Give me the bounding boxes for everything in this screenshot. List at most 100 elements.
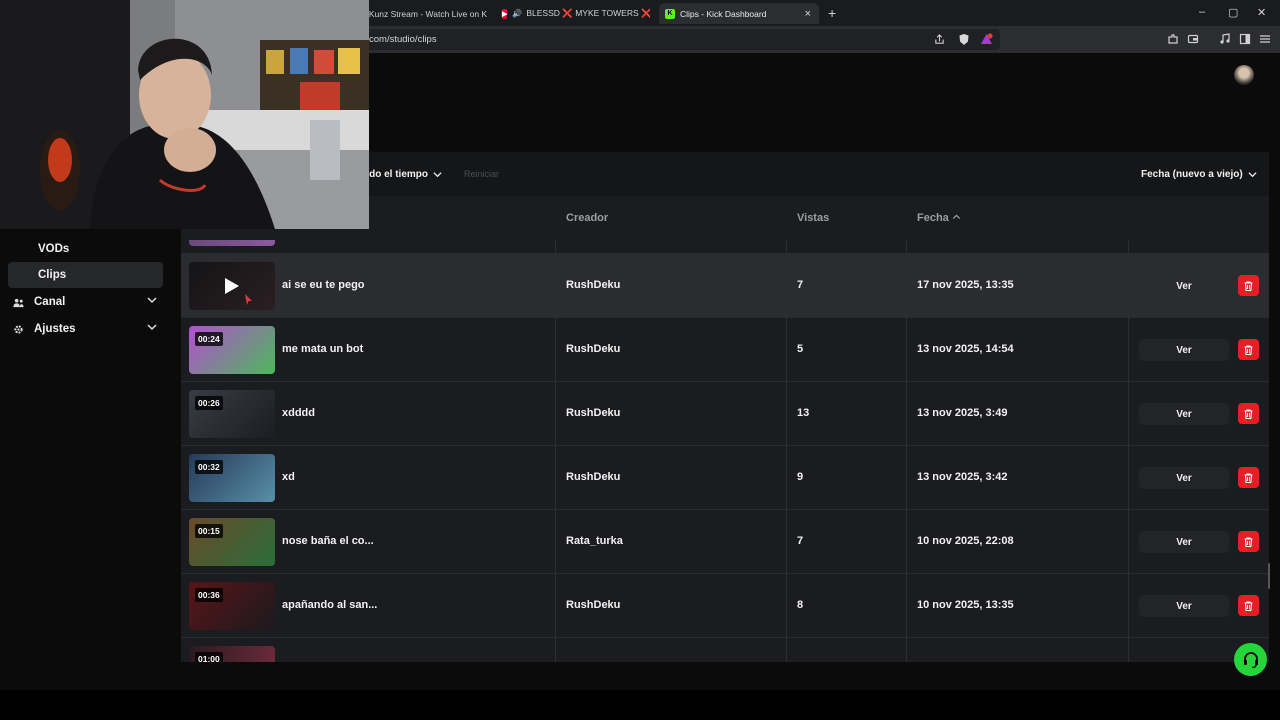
column-divider <box>555 240 556 662</box>
clip-duration: 00:36 <box>195 588 223 602</box>
delete-clip-button[interactable] <box>1238 275 1259 296</box>
clip-thumbnail[interactable]: 00:15 <box>189 518 275 566</box>
clip-duration: 00:15 <box>195 524 223 538</box>
tab-kick-label: Clips - Kick Dashboard <box>680 8 767 19</box>
new-tab-button[interactable]: + <box>828 5 836 21</box>
clip-duration: 01:00 <box>195 652 223 662</box>
delete-clip-button[interactable] <box>1238 467 1259 488</box>
delete-clip-button[interactable] <box>1238 531 1259 552</box>
clip-title: apañando al san... <box>282 599 378 611</box>
brave-shield-icon[interactable] <box>958 33 970 46</box>
url-field[interactable]: com/studio/clips <box>360 29 1000 50</box>
tab-youtube[interactable]: ▶ 🔊 BLESSD ❌ MYKE TOWERS ❌ C <box>496 3 650 24</box>
view-clip-button[interactable]: Ver <box>1139 339 1229 361</box>
clip-views: 13 <box>797 407 810 419</box>
sidebar-item-canal[interactable]: Canal <box>8 289 163 315</box>
maximize-button[interactable]: ▢ <box>1228 6 1238 19</box>
clip-views: 8 <box>797 599 804 611</box>
chevron-down-icon <box>1248 171 1257 177</box>
sidebar-toggle-icon[interactable] <box>1239 33 1251 45</box>
sidebar-item-label: Canal <box>34 296 66 308</box>
column-header-date-label: Fecha <box>917 212 949 224</box>
rewards-icon[interactable] <box>980 33 993 46</box>
clip-thumbnail[interactable]: 00:32 <box>189 454 275 502</box>
view-clip-button[interactable]: Ver <box>1139 531 1229 553</box>
play-icon[interactable] <box>224 277 240 295</box>
minimize-button[interactable]: – <box>1199 6 1205 18</box>
sort-ascending-icon <box>952 214 960 220</box>
table-row[interactable]: 00:15 nose baña el co... Rata_turka 7 10 nov… <box>181 509 1269 573</box>
clip-thumbnail[interactable]: 00:24 <box>189 326 275 374</box>
youtube-icon: ▶ <box>502 8 508 19</box>
view-clip-button[interactable]: Ver <box>1139 275 1229 297</box>
time-range-dropdown[interactable]: odo el tiempo <box>355 163 450 185</box>
table-row[interactable]: ai se eu te pego RushDeku 7 17 nov 2025, 13… <box>181 253 1269 317</box>
sidebar-item-clips[interactable]: Clips <box>8 262 163 288</box>
clip-duration: 00:32 <box>195 460 223 474</box>
sidebar-item-ajustes[interactable]: Ajustes <box>8 316 163 342</box>
trash-icon <box>1244 600 1253 611</box>
trash-icon <box>1244 536 1253 547</box>
column-header-date[interactable]: Fecha <box>917 212 961 224</box>
clip-duration: 00:24 <box>195 332 223 346</box>
delete-clip-button[interactable] <box>1238 403 1259 424</box>
clip-creator: RushDeku <box>566 407 621 419</box>
clip-views: 7 <box>797 535 804 547</box>
delete-clip-button[interactable] <box>1238 595 1259 616</box>
page: rKunz Stream - Watch Live on K ▶ 🔊 BLESS… <box>0 0 1280 720</box>
time-range-label: odo el tiempo <box>363 168 428 180</box>
extensions-icon[interactable] <box>1167 33 1179 45</box>
clip-thumbnail[interactable]: 00:26 <box>189 390 275 438</box>
clip-creator: RushDeku <box>566 599 621 611</box>
clip-creator: Rata_turka <box>566 535 623 547</box>
clip-thumbnail[interactable]: 01:00 <box>189 646 275 662</box>
delete-clip-button[interactable] <box>1238 339 1259 360</box>
gear-icon <box>14 324 23 334</box>
clip-title: xdddd <box>282 407 315 419</box>
sort-label: Fecha (nuevo a viejo) <box>1141 168 1243 180</box>
tab-close-icon[interactable]: × <box>805 8 811 20</box>
restart-filters-button[interactable]: Reiniciar <box>464 169 499 179</box>
scrollbar-thumb[interactable] <box>1268 563 1270 589</box>
webcam-image <box>0 0 369 229</box>
view-clip-button[interactable]: Ver <box>1139 467 1229 489</box>
tab-youtube-label: BLESSD ❌ MYKE TOWERS ❌ C <box>526 8 650 18</box>
clip-date: 10 nov 2025, 22:08 <box>917 535 1014 547</box>
column-header-views[interactable]: Vistas <box>797 212 829 224</box>
clip-thumbnail[interactable]: 00:36 <box>189 582 275 630</box>
sort-dropdown[interactable]: Fecha (nuevo a viejo) <box>1133 163 1265 185</box>
chevron-down-icon[interactable] <box>147 322 157 332</box>
clip-creator: RushDeku <box>566 343 621 355</box>
table-row[interactable]: 00:24 me mata un bot RushDeku 5 13 nov 2025,… <box>181 317 1269 381</box>
share-icon[interactable] <box>934 34 945 45</box>
view-clip-button[interactable]: Ver <box>1139 595 1229 617</box>
sidebar-item-vods[interactable]: VODs <box>8 236 163 262</box>
media-icon[interactable] <box>1219 33 1231 45</box>
webcam-overlay <box>0 0 369 229</box>
view-clip-button[interactable]: Ver <box>1139 403 1229 425</box>
menu-icon[interactable] <box>1259 33 1271 45</box>
clip-creator: RushDeku <box>566 471 621 483</box>
table-row[interactable]: 00:32 xd RushDeku 9 13 nov 2025, 3:42 Ver <box>181 445 1269 509</box>
table-row[interactable]: 00:26 xdddd RushDeku 13 13 nov 2025, 3:49 Ver <box>181 381 1269 445</box>
trash-icon <box>1244 280 1253 291</box>
clip-views: 9 <box>797 471 804 483</box>
clip-thumbnail[interactable] <box>189 262 275 310</box>
chevron-down-icon[interactable] <box>147 295 157 305</box>
tab-kick-dashboard[interactable]: K Clips - Kick Dashboard × <box>659 3 819 24</box>
support-chat-button[interactable] <box>1234 643 1267 676</box>
trash-icon <box>1244 472 1253 483</box>
speaker-icon: 🔊 <box>512 9 523 18</box>
user-avatar[interactable] <box>1234 65 1254 85</box>
column-divider <box>1128 240 1129 662</box>
close-window-button[interactable]: ✕ <box>1257 6 1266 19</box>
chevron-down-icon <box>433 171 442 177</box>
wallet-icon[interactable] <box>1187 33 1199 45</box>
column-divider <box>906 240 907 662</box>
tab-stream[interactable]: rKunz Stream - Watch Live on K <box>360 3 490 24</box>
table-row[interactable]: 00:36 apañando al san... RushDeku 8 10 nov 2… <box>181 573 1269 637</box>
headset-icon <box>1243 651 1258 668</box>
table-row-partial[interactable]: 01:00 <box>181 637 1269 662</box>
trash-icon <box>1244 408 1253 419</box>
column-header-creator[interactable]: Creador <box>566 212 608 224</box>
